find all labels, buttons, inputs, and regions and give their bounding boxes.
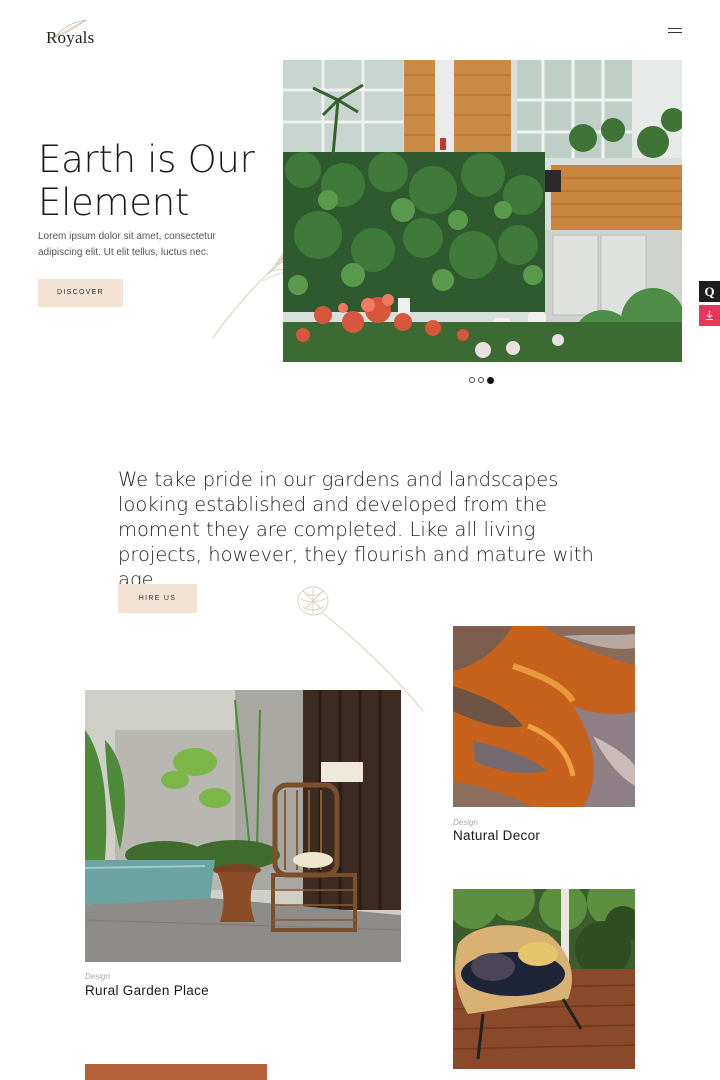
- lounge-chair-image[interactable]: [453, 889, 635, 1069]
- qode-icon-label: Q: [704, 283, 715, 299]
- logo[interactable]: Royals: [38, 19, 108, 52]
- rural-garden-place-image[interactable]: [85, 690, 401, 962]
- hero-subtitle: Lorem ipsum dolor sit amet, consectetur …: [38, 231, 216, 258]
- slider-dot-2[interactable]: [478, 377, 484, 383]
- hero-title: Earth is Our Element: [38, 138, 278, 224]
- project-title-rural-garden-place[interactable]: Rural Garden Place: [85, 983, 209, 998]
- logo-text: Royals: [46, 28, 95, 47]
- slider-dot-3-active[interactable]: [487, 376, 494, 384]
- slider-dot-1[interactable]: [469, 377, 475, 383]
- download-icon[interactable]: [699, 305, 720, 326]
- natural-decor-image[interactable]: [453, 626, 635, 807]
- hire-us-button[interactable]: HIRE US: [118, 584, 197, 613]
- intro-paragraph: We take pride in our gardens and landsca…: [118, 468, 594, 591]
- project-category: Design: [85, 972, 110, 981]
- hero-title-line2: Element: [38, 181, 190, 224]
- slider-pagination: [469, 376, 494, 384]
- terracotta-project-card[interactable]: [85, 1064, 267, 1080]
- discover-button[interactable]: DISCOVER: [38, 279, 123, 307]
- project-title-natural-decor[interactable]: Natural Decor: [453, 828, 540, 843]
- hamburger-menu-icon[interactable]: [668, 26, 684, 36]
- hero-slide-image: [283, 60, 682, 362]
- download-arrow-icon: [706, 311, 713, 321]
- hero-title-line1: Earth is Our: [38, 138, 255, 181]
- qode-icon[interactable]: Q: [699, 281, 720, 302]
- project-category: Design: [453, 818, 478, 827]
